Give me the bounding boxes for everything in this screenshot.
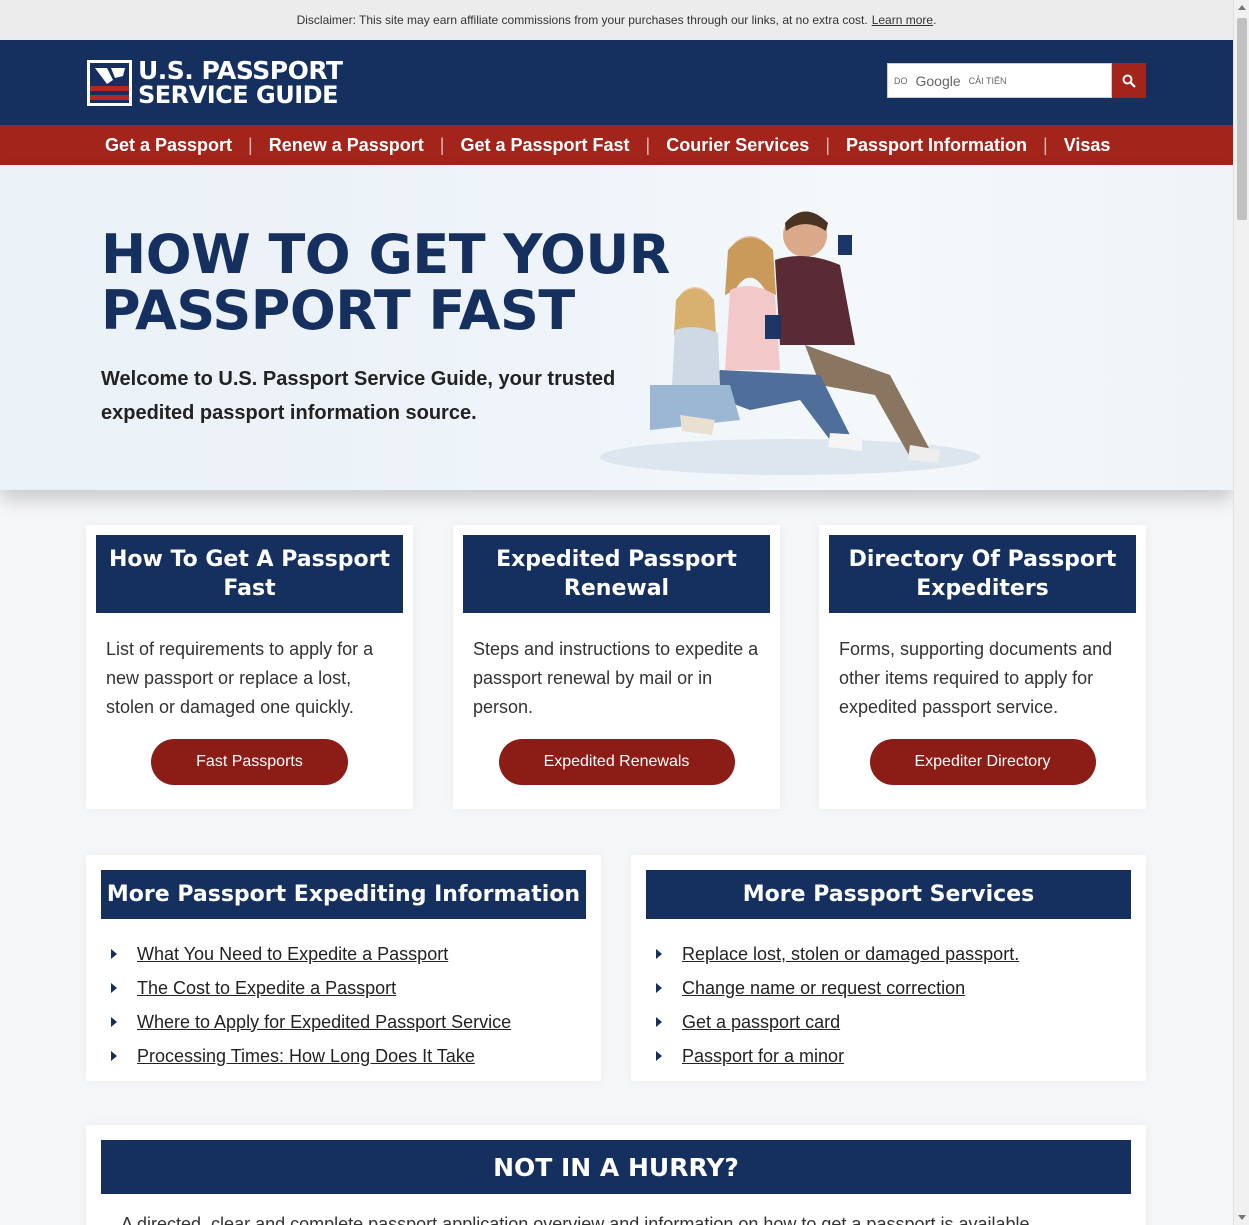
site-header: U.S. PASSPORT SERVICE GUIDE DO Google CẢ… xyxy=(0,40,1233,125)
learn-more-link[interactable]: Learn more xyxy=(872,13,933,27)
passport-services-box: More Passport Services Replace lost, sto… xyxy=(631,855,1146,1081)
main-nav: Get a Passport | Renew a Passport | Get … xyxy=(0,125,1233,165)
nav-separator: | xyxy=(248,134,253,155)
section-text: A directed, clear and complete passport … xyxy=(121,1214,1035,1225)
search-input[interactable]: DO Google CẢI TIẾN xyxy=(887,63,1112,98)
card-passport-fast: How To Get A Passport Fast List of requi… xyxy=(86,525,413,809)
list-item: Passport for a minor xyxy=(656,1039,1146,1073)
nav-courier-services[interactable]: Courier Services xyxy=(666,135,809,156)
caret-right-icon xyxy=(656,949,662,959)
link-cost-to-expedite[interactable]: The Cost to Expedite a Passport xyxy=(137,978,396,999)
not-in-a-hurry-section: NOT IN A HURRY? A directed, clear and co… xyxy=(86,1125,1146,1225)
scrollbar-thumb[interactable] xyxy=(1237,18,1247,220)
logo-text: U.S. PASSPORT SERVICE GUIDE xyxy=(138,58,343,108)
disclaimer-period: . xyxy=(933,13,937,27)
card-description: List of requirements to apply for a new … xyxy=(106,639,374,717)
search-by-label: DO xyxy=(894,75,908,86)
card-title: How To Get A Passport Fast xyxy=(96,535,403,613)
expedited-renewals-button[interactable]: Expedited Renewals xyxy=(498,739,735,785)
caret-right-icon xyxy=(111,949,117,959)
link-change-name[interactable]: Change name or request correction xyxy=(682,978,965,999)
section-title: NOT IN A HURRY? xyxy=(101,1140,1131,1194)
hero-title-line-2: PASSPORT FAST xyxy=(101,279,575,342)
hero-title-line-1: HOW TO GET YOUR xyxy=(101,223,670,286)
hero-title: HOW TO GET YOUR PASSPORT FAST xyxy=(101,227,670,339)
link-replace-lost[interactable]: Replace lost, stolen or damaged passport… xyxy=(682,944,1019,965)
caret-right-icon xyxy=(656,983,662,993)
site-logo[interactable]: U.S. PASSPORT SERVICE GUIDE xyxy=(87,58,343,108)
expediting-info-box: More Passport Expediting Information Wha… xyxy=(86,855,601,1081)
card-expedited-renewal: Expedited Passport Renewal Steps and ins… xyxy=(453,525,780,809)
caret-right-icon xyxy=(656,1017,662,1027)
link-list: Replace lost, stolen or damaged passport… xyxy=(631,919,1146,1073)
card-description: Steps and instructions to expedite a pas… xyxy=(473,639,759,717)
list-item: Replace lost, stolen or damaged passport… xyxy=(656,937,1146,971)
nav-get-passport[interactable]: Get a Passport xyxy=(105,135,232,156)
list-item: Where to Apply for Expedited Passport Se… xyxy=(111,1005,601,1039)
nav-visas[interactable]: Visas xyxy=(1064,135,1111,156)
link-processing-times[interactable]: Processing Times: How Long Does It Take xyxy=(137,1046,475,1067)
card-expediter-directory: Directory Of Passport Expediters Forms, … xyxy=(819,525,1146,809)
search-button[interactable] xyxy=(1112,63,1146,98)
fast-passports-button[interactable]: Fast Passports xyxy=(151,739,348,785)
hero-section: HOW TO GET YOUR PASSPORT FAST Welcome to… xyxy=(0,165,1233,490)
logo-line-1: U.S. PASSPORT xyxy=(138,56,343,85)
nav-separator: | xyxy=(825,134,830,155)
hero-intro: Welcome to U.S. Passport Service Guide, … xyxy=(101,368,616,424)
nav-renew-passport[interactable]: Renew a Passport xyxy=(269,135,424,156)
site-search: DO Google CẢI TIẾN xyxy=(887,63,1146,98)
list-item: Change name or request correction xyxy=(656,971,1146,1005)
disclaimer-bar: Disclaimer: This site may earn affiliate… xyxy=(0,0,1233,40)
google-label: Google xyxy=(915,72,961,89)
logo-flag-icon xyxy=(87,60,132,106)
caret-right-icon xyxy=(111,1017,117,1027)
list-item: Processing Times: How Long Does It Take xyxy=(111,1039,601,1073)
scroll-down-icon[interactable] xyxy=(1238,1215,1246,1220)
search-icon xyxy=(1122,74,1136,88)
card-description: Forms, supporting documents and other it… xyxy=(839,639,1113,717)
nav-separator: | xyxy=(1043,134,1048,155)
scroll-up-icon[interactable] xyxy=(1238,5,1246,10)
caret-right-icon xyxy=(111,1051,117,1061)
nav-passport-information[interactable]: Passport Information xyxy=(846,135,1027,156)
list-item: What You Need to Expedite a Passport xyxy=(111,937,601,971)
card-title: Expedited Passport Renewal xyxy=(463,535,770,613)
box-title: More Passport Expediting Information xyxy=(101,870,586,919)
list-item: Get a passport card xyxy=(656,1005,1146,1039)
list-item: The Cost to Expedite a Passport xyxy=(111,971,601,1005)
link-passport-minor[interactable]: Passport for a minor xyxy=(682,1046,844,1067)
link-list: What You Need to Expedite a Passport The… xyxy=(86,919,601,1073)
link-passport-card[interactable]: Get a passport card xyxy=(682,1012,840,1033)
nav-separator: | xyxy=(645,134,651,155)
box-title: More Passport Services xyxy=(646,870,1131,919)
logo-line-2: SERVICE GUIDE xyxy=(138,81,338,109)
expediter-directory-button[interactable]: Expediter Directory xyxy=(869,739,1096,785)
nav-get-passport-fast[interactable]: Get a Passport Fast xyxy=(460,135,629,156)
link-what-you-need[interactable]: What You Need to Expedite a Passport xyxy=(137,944,448,965)
family-photo xyxy=(600,211,980,475)
disclaimer-text: Disclaimer: This site may earn affiliate… xyxy=(296,13,868,27)
page-scrollbar[interactable] xyxy=(1233,0,1249,1225)
caret-right-icon xyxy=(111,983,117,993)
card-title: Directory Of Passport Expediters xyxy=(829,535,1136,613)
nav-separator: | xyxy=(439,134,445,155)
search-enhanced-label: CẢI TIẾN xyxy=(968,75,1007,86)
caret-right-icon xyxy=(656,1051,662,1061)
link-where-to-apply[interactable]: Where to Apply for Expedited Passport Se… xyxy=(137,1012,511,1033)
